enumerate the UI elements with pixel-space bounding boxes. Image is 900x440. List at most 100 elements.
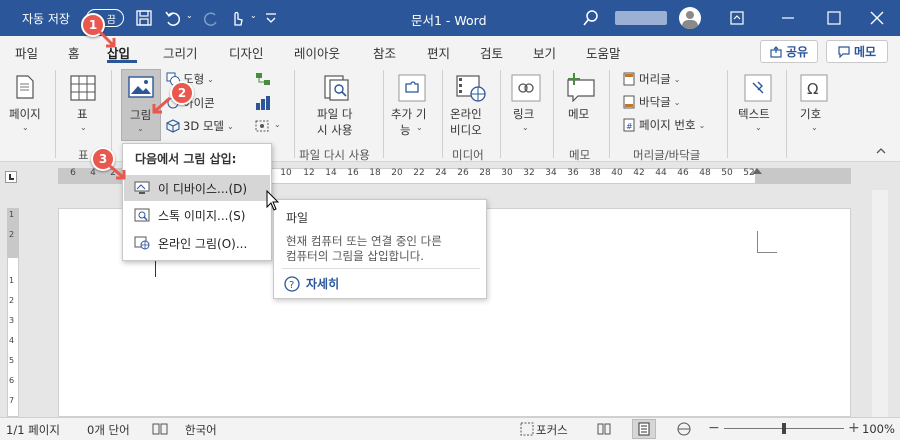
menu-item-this-device[interactable]: 이 디바이스...(D) [124, 175, 270, 201]
tab-layout[interactable]: 레이아웃 [294, 43, 340, 62]
proofing-icon[interactable] [152, 422, 168, 436]
menu-item-stock-images[interactable]: 스톡 이미지...(S) [124, 202, 270, 228]
zoom-out-icon[interactable]: − [708, 420, 720, 436]
tab-view[interactable]: 보기 [533, 43, 556, 62]
header-button[interactable]: 머리글 ⌄ [622, 71, 680, 87]
print-layout-button[interactable] [632, 419, 656, 439]
3d-models-button[interactable]: 3D 모델 ⌄ [166, 118, 234, 134]
title-bar: 자동 저장 끔 ⌄ ⌄ 문서1 - Word [0, 0, 900, 36]
tooltip-desc-line-1: 현재 컴퓨터 또는 연결 중인 다른 [286, 234, 442, 248]
tab-references[interactable]: 참조 [373, 43, 396, 62]
tab-selector-icon[interactable] [5, 171, 17, 183]
pages-label: 페이지 [9, 107, 41, 121]
tooltip-tell-me-more[interactable]: ? 자세히 [284, 275, 339, 292]
tab-help[interactable]: 도움말 [586, 43, 621, 62]
ruler-tick-label: 30 [501, 168, 513, 178]
reuse-files-button[interactable]: 파일 다 시 사용 [305, 69, 369, 141]
zoom-in-icon[interactable]: + [848, 420, 860, 436]
tooltip: 파일 현재 컴퓨터 또는 연결 중인 다른 컴퓨터의 그림을 삽입합니다. ? … [273, 199, 487, 299]
pointer-arrow-1-icon [98, 30, 116, 48]
ribbon-separator [55, 70, 56, 158]
menu-item-online-pictures[interactable]: 온라인 그림(O)... [124, 230, 270, 256]
margin-corner-mark [757, 231, 777, 253]
text-button[interactable]: 텍스트 ⌄ [734, 69, 782, 141]
vruler-tick-label: 5 [9, 356, 15, 365]
tab-file[interactable]: 파일 [15, 43, 38, 62]
header-label: 머리글 [639, 72, 671, 86]
addins-button[interactable]: 추가 기 능 ⌄ [388, 69, 436, 141]
minimize-icon[interactable] [781, 11, 795, 25]
share-icon [770, 45, 782, 58]
comments-label: 메모 [853, 45, 877, 59]
cube-icon [166, 119, 180, 133]
zoom-slider-thumb[interactable] [782, 423, 786, 434]
status-word-count[interactable]: 0개 단어 [87, 422, 130, 438]
vruler-tick-label: 3 [9, 316, 15, 325]
right-indent-marker[interactable] [752, 168, 762, 174]
tooltip-desc-line-2: 컴퓨터의 그림을 삽입합니다. [286, 249, 424, 263]
save-icon[interactable] [136, 10, 152, 26]
undo-chevron-icon[interactable]: ⌄ [186, 11, 193, 20]
ruler-tick-label: 42 [633, 168, 645, 178]
ruler-tick-label: 14 [325, 168, 337, 178]
ruler-tick-label: 12 [303, 168, 315, 178]
ribbon-separator [500, 70, 501, 158]
online-video-button[interactable]: 온라인 비디오 [447, 69, 495, 141]
tab-mailings[interactable]: 편지 [427, 43, 450, 62]
focus-icon[interactable] [520, 422, 534, 436]
table-button[interactable]: 표 ⌄ [62, 69, 106, 141]
redo-icon [203, 12, 217, 26]
tab-review[interactable]: 검토 [480, 43, 503, 62]
vruler-tick-label: 1 [9, 210, 15, 219]
share-button[interactable]: 공유 [760, 40, 818, 63]
comment-icon [838, 45, 850, 58]
collapse-ribbon-icon[interactable] [875, 146, 887, 156]
text-cursor [155, 261, 156, 277]
maximize-icon[interactable] [827, 11, 841, 25]
text-icon [744, 74, 772, 102]
footer-icon [623, 95, 635, 109]
page-number-button[interactable]: # 페이지 번호 ⌄ [622, 117, 705, 133]
pages-button[interactable]: 페이지 ⌄ [3, 69, 49, 141]
vertical-scrollbar[interactable] [872, 190, 888, 417]
chart-icon[interactable] [255, 95, 271, 111]
vruler-tick-label: 2 [9, 296, 15, 305]
ribbon-separator [609, 70, 610, 158]
online-video-label-2: 비디오 [450, 123, 482, 137]
screenshot-icon[interactable] [255, 118, 271, 134]
vruler-tick-label: 1 [9, 276, 15, 285]
search-icon[interactable] [583, 10, 599, 26]
ruler-tick-label: 24 [435, 168, 447, 178]
undo-icon[interactable] [164, 9, 182, 27]
ribbon-display-icon[interactable] [730, 11, 744, 25]
ruler-tick-label: 34 [545, 168, 557, 178]
online-pictures-icon [134, 236, 150, 250]
link-button[interactable]: 링크 ⌄ [505, 69, 547, 141]
tab-design[interactable]: 디자인 [229, 43, 264, 62]
new-comment-button[interactable]: 메모 [560, 69, 602, 141]
ruler-tick-label: 18 [369, 168, 381, 178]
reuse-files-icon [324, 75, 349, 101]
touch-mode-icon[interactable] [228, 9, 246, 27]
symbols-button[interactable]: Ω 기호 ⌄ [792, 69, 836, 141]
tab-draw[interactable]: 그리기 [163, 43, 198, 62]
status-page-count[interactable]: 1/1 페이지 [6, 422, 60, 438]
comments-button[interactable]: 메모 [826, 40, 888, 63]
customize-qat-icon[interactable] [265, 12, 277, 24]
web-layout-icon[interactable] [676, 422, 692, 436]
smartart-icon[interactable] [255, 71, 271, 87]
touch-chevron-icon[interactable]: ⌄ [250, 11, 257, 20]
close-icon[interactable] [870, 11, 884, 25]
status-zoom-level[interactable]: 100% [862, 422, 895, 436]
table-icon [70, 75, 96, 101]
screenshot-chevron-icon[interactable]: ⌄ [274, 120, 281, 129]
footer-button[interactable]: 바닥글 ⌄ [622, 94, 680, 110]
read-mode-icon[interactable] [597, 422, 611, 436]
comment-group-label: 메모 [569, 148, 591, 162]
footer-label: 바닥글 [639, 95, 671, 109]
insert-picture-menu-title: 다음에서 그림 삽입: [135, 152, 237, 166]
status-focus[interactable]: 포커스 [536, 422, 568, 438]
status-language[interactable]: 한국어 [185, 422, 217, 438]
tab-home[interactable]: 홈 [68, 43, 80, 62]
avatar[interactable] [679, 7, 701, 29]
